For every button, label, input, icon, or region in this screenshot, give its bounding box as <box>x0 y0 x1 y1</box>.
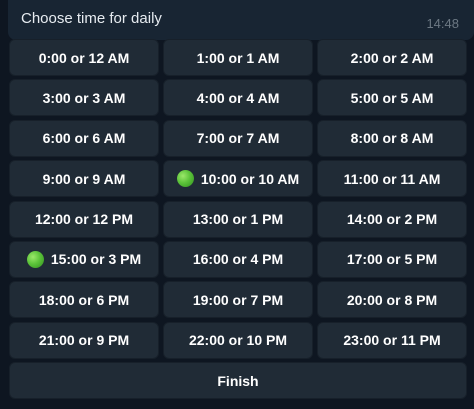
time-option-button[interactable]: 20:00 or 8 PM <box>317 281 467 319</box>
keyboard-row: 12:00 or 12 PM 13:00 or 1 PM 14:00 or 2 PM <box>9 200 467 238</box>
green-circle-icon <box>26 250 44 268</box>
time-option-button[interactable]: 7:00 or 7 AM <box>163 119 313 157</box>
time-option-label: 12:00 or 12 PM <box>34 211 134 228</box>
time-option-label: 13:00 or 1 PM <box>192 211 284 228</box>
time-option-label: 18:00 or 6 PM <box>38 291 130 308</box>
inline-keyboard: 0:00 or 12 AM 1:00 or 1 AM 2:00 or 2 AM 3:0… <box>9 39 467 403</box>
time-option-button[interactable]: 6:00 or 6 AM <box>9 119 159 157</box>
time-option-label: 6:00 or 6 AM <box>42 130 126 147</box>
time-option-button[interactable]: 23:00 or 11 PM <box>317 321 467 359</box>
time-option-button[interactable]: 15:00 or 3 PM <box>9 240 159 278</box>
time-option-label: 16:00 or 4 PM <box>192 251 284 268</box>
time-option-label: 17:00 or 5 PM <box>346 251 438 268</box>
keyboard-row: 21:00 or 9 PM 22:00 or 10 PM 23:00 or 11 P… <box>9 321 467 359</box>
time-option-label: 10:00 or 10 AM <box>200 170 300 187</box>
time-option-label: 3:00 or 3 AM <box>42 89 126 106</box>
time-option-label: 9:00 or 9 AM <box>42 170 126 187</box>
time-option-button[interactable]: 14:00 or 2 PM <box>317 200 467 238</box>
keyboard-row: 0:00 or 12 AM 1:00 or 1 AM 2:00 or 2 AM <box>9 39 467 76</box>
keyboard-row-finish: Finish <box>9 362 467 400</box>
keyboard-row: 15:00 or 3 PM 16:00 or 4 PM 17:00 or 5 PM <box>9 240 467 278</box>
keyboard-row: 18:00 or 6 PM 19:00 or 7 PM 20:00 or 8 PM <box>9 281 467 319</box>
time-option-label: 23:00 or 11 PM <box>343 332 441 349</box>
time-option-button[interactable]: 17:00 or 5 PM <box>317 240 467 278</box>
time-option-button[interactable]: 13:00 or 1 PM <box>163 200 313 238</box>
time-option-button[interactable]: 3:00 or 3 AM <box>9 79 159 117</box>
time-option-label: 19:00 or 7 PM <box>192 291 284 308</box>
time-option-label: 5:00 or 5 AM <box>350 89 434 106</box>
time-option-button[interactable]: 4:00 or 4 AM <box>163 79 313 117</box>
time-option-button[interactable]: 8:00 or 8 AM <box>317 119 467 157</box>
time-option-button[interactable]: 0:00 or 12 AM <box>9 39 159 76</box>
time-option-button[interactable]: 12:00 or 12 PM <box>9 200 159 238</box>
message-bubble: Choose time for daily 14:48 <box>8 0 474 40</box>
time-option-label: 2:00 or 2 AM <box>350 49 434 66</box>
time-option-button[interactable]: 22:00 or 10 PM <box>163 321 313 359</box>
keyboard-row: 9:00 or 9 AM 10:00 or 10 AM 11:00 or 11 AM <box>9 160 467 198</box>
keyboard-row: 6:00 or 6 AM 7:00 or 7 AM 8:00 or 8 AM <box>9 119 467 157</box>
time-option-label: 20:00 or 8 PM <box>346 291 438 308</box>
time-option-button[interactable]: 10:00 or 10 AM <box>163 160 313 198</box>
time-option-label: 21:00 or 9 PM <box>38 332 130 349</box>
time-option-button[interactable]: 9:00 or 9 AM <box>9 160 159 198</box>
time-option-button[interactable]: 21:00 or 9 PM <box>9 321 159 359</box>
message-text: Choose time for daily <box>21 10 162 27</box>
time-option-button[interactable]: 11:00 or 11 AM <box>317 160 467 198</box>
time-option-label: 1:00 or 1 AM <box>196 49 280 66</box>
finish-button[interactable]: Finish <box>9 362 467 400</box>
time-option-label: 14:00 or 2 PM <box>346 211 438 228</box>
time-option-label: 22:00 or 10 PM <box>188 332 288 349</box>
green-circle-icon <box>176 170 194 188</box>
time-option-button[interactable]: 1:00 or 1 AM <box>163 39 313 76</box>
time-option-button[interactable]: 2:00 or 2 AM <box>317 39 467 76</box>
time-option-label: 15:00 or 3 PM <box>50 251 142 268</box>
keyboard-row: 3:00 or 3 AM 4:00 or 4 AM 5:00 or 5 AM <box>9 79 467 117</box>
time-option-button[interactable]: 18:00 or 6 PM <box>9 281 159 319</box>
time-option-button[interactable]: 19:00 or 7 PM <box>163 281 313 319</box>
time-option-button[interactable]: 16:00 or 4 PM <box>163 240 313 278</box>
time-option-label: 11:00 or 11 AM <box>343 170 441 187</box>
time-option-label: 0:00 or 12 AM <box>38 49 130 66</box>
time-option-label: 7:00 or 7 AM <box>196 130 280 147</box>
chat-view: Choose time for daily 14:48 0:00 or 12 A… <box>0 0 474 409</box>
message-time: 14:48 <box>426 16 459 31</box>
time-option-button[interactable]: 5:00 or 5 AM <box>317 79 467 117</box>
time-option-label: 8:00 or 8 AM <box>350 130 434 147</box>
time-option-label: 4:00 or 4 AM <box>196 89 280 106</box>
